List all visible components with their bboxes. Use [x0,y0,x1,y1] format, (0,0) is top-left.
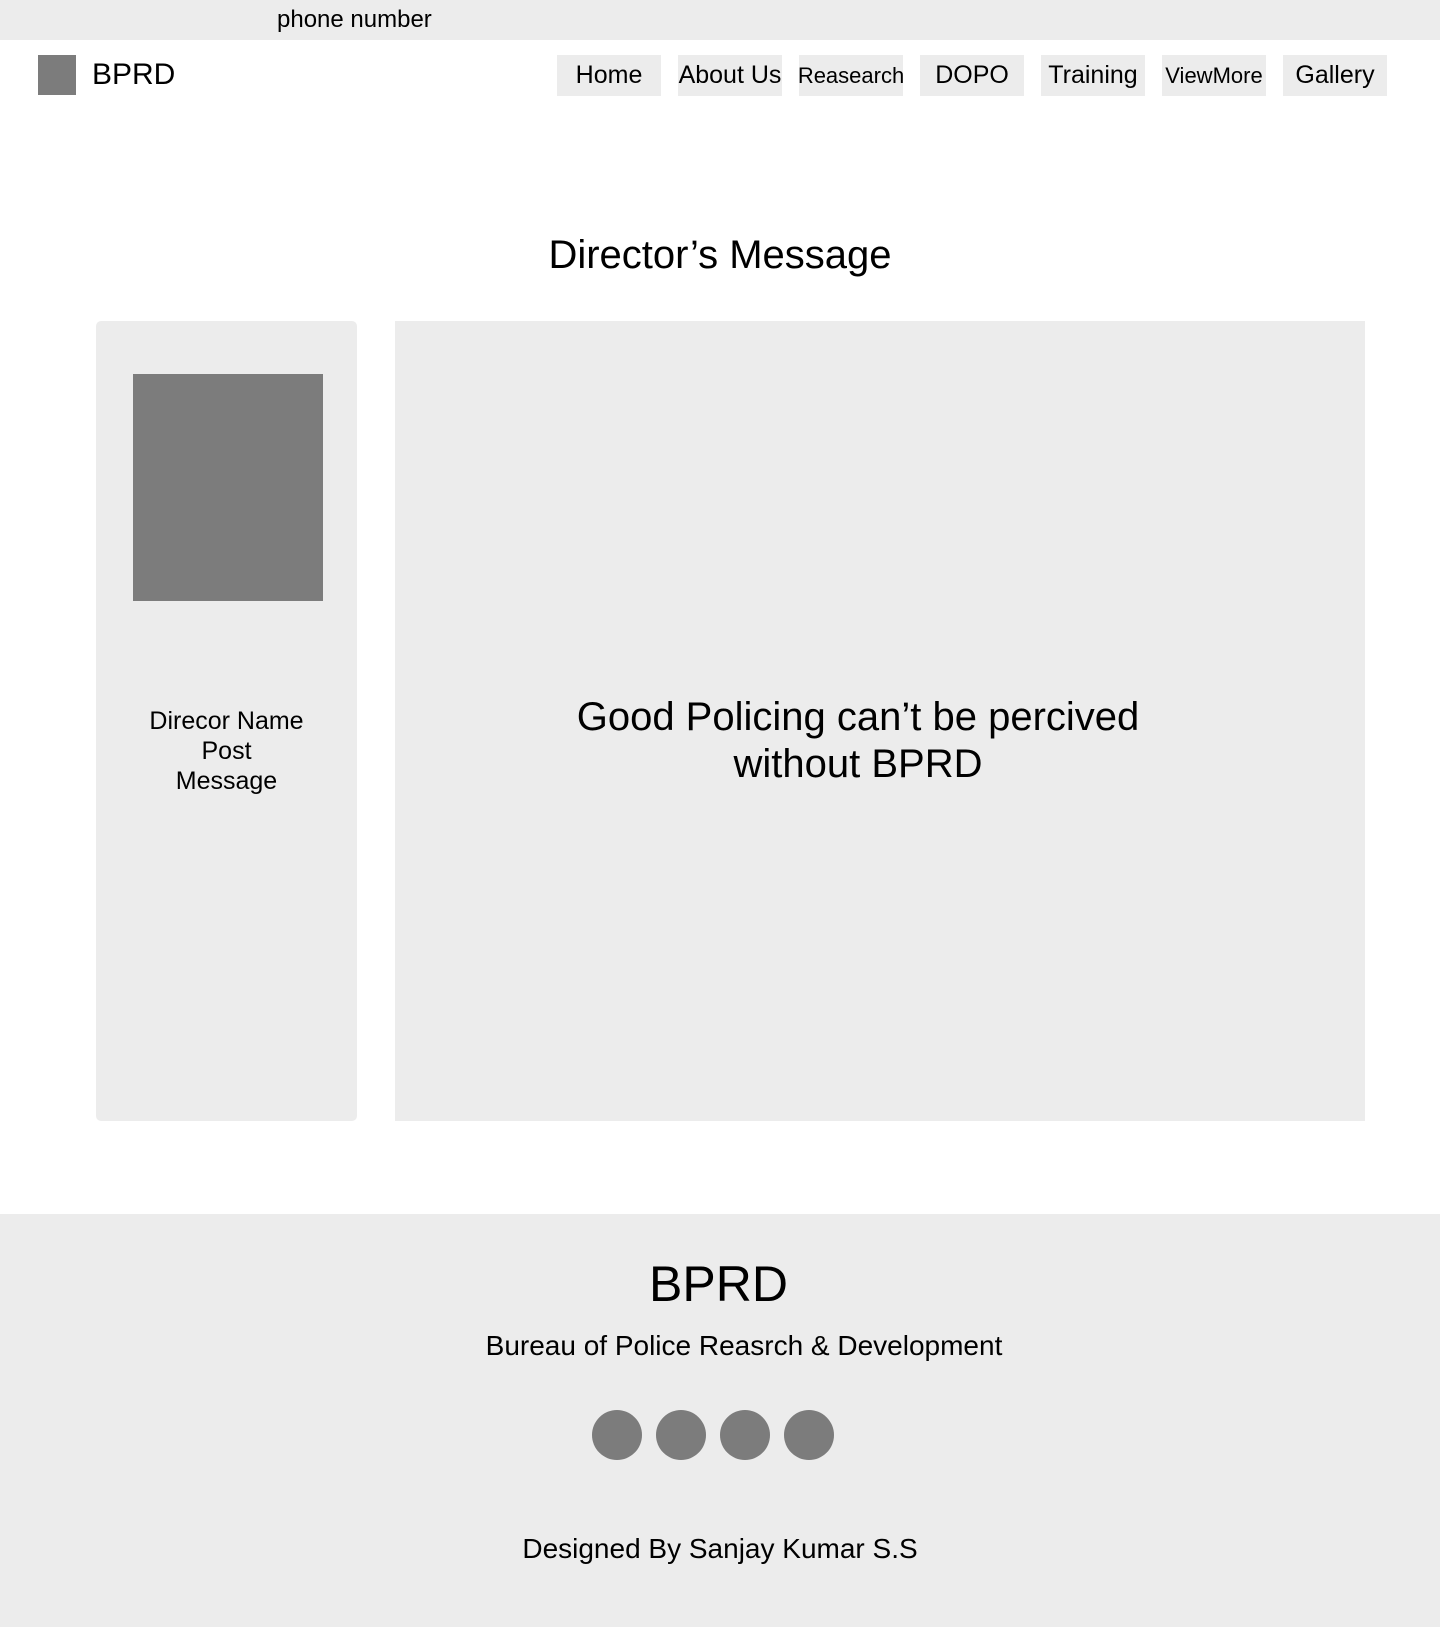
social-icon-1[interactable] [592,1410,642,1460]
navbar: BPRD Home About Us Reasearch DOPO Traini… [0,40,1440,112]
logo-placeholder-icon[interactable] [38,55,76,95]
social-icon-3[interactable] [720,1410,770,1460]
nav-about-us[interactable]: About Us [678,55,782,96]
phone-number-label: phone number [277,6,432,33]
footer-subtitle: Bureau of Police Reasrch & Development [485,1330,1003,1361]
page: phone number BPRD Home About Us Reasearc… [0,0,1440,1627]
director-quote: Good Policing can’t be percived without … [395,694,1321,788]
director-message-label: Message [175,767,278,795]
quote-line-1: Good Policing can’t be percived [576,695,1140,739]
nav-view-more[interactable]: ViewMore [1162,55,1266,96]
footer-brand: BPRD [649,1256,788,1312]
quote-line-2: without BPRD [733,742,983,786]
social-icon-4[interactable] [784,1410,834,1460]
director-post: Post [201,737,252,765]
footer: BPRD Bureau of Police Reasrch & Developm… [0,1214,1440,1627]
director-photo-placeholder [133,374,323,601]
brand-name[interactable]: BPRD [92,57,175,93]
nav-training[interactable]: Training [1041,55,1145,96]
top-bar: phone number [0,0,1440,40]
section-title: Director’s Message [548,233,892,277]
director-info: Direcor Name Post Message [96,706,357,796]
nav-dopo[interactable]: DOPO [920,55,1024,96]
nav-research[interactable]: Reasearch [798,55,904,96]
director-name: Direcor Name [149,707,304,735]
social-icon-2[interactable] [656,1410,706,1460]
message-panel: Good Policing can’t be percived without … [395,321,1365,1121]
director-profile-card: Direcor Name Post Message [96,321,357,1121]
footer-credit: Designed By Sanjay Kumar S.S [522,1533,918,1564]
nav-gallery[interactable]: Gallery [1283,55,1387,96]
nav-home[interactable]: Home [557,55,661,96]
